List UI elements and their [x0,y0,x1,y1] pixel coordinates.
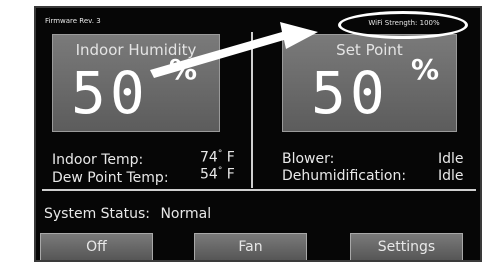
annotation-arrow-icon [150,22,318,78]
